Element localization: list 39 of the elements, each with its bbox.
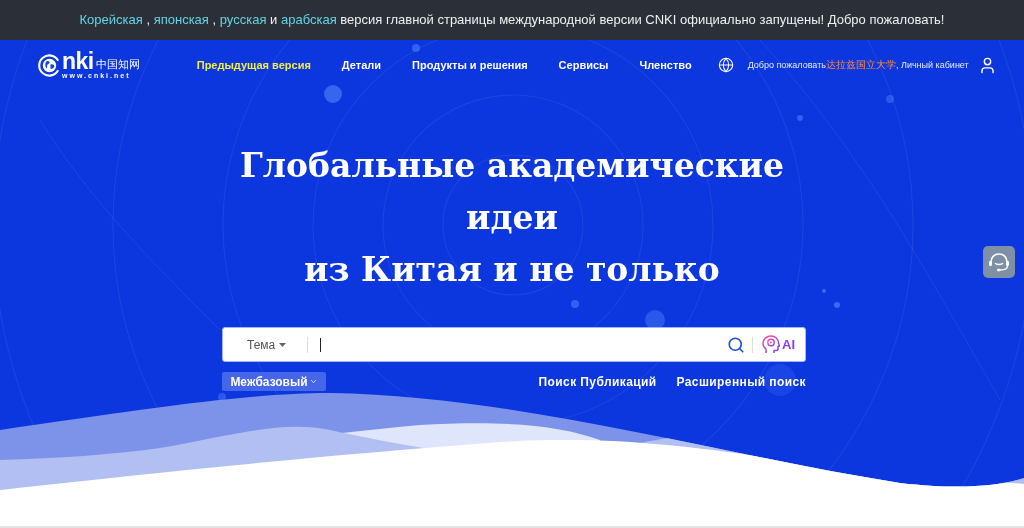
language-globe-icon[interactable] — [717, 57, 734, 73]
nav-link[interactable]: Детали — [341, 56, 382, 74]
nav-link[interactable]: Сервисы — [558, 56, 609, 74]
glow-dot — [571, 300, 579, 308]
welcome-text: Добро пожаловать达拉兹国立大学, Личный кабинет — [747, 58, 969, 73]
language-link[interactable]: японская — [153, 12, 209, 28]
announcement-text: Корейская , японская , русская и арабская версия главной страницы международной версии CNKI официально запущены! Добро пожаловать! — [79, 11, 945, 30]
text-cursor — [320, 337, 322, 352]
glow-dot — [324, 85, 342, 103]
glow-dot — [886, 95, 894, 103]
search-mode-link[interactable]: Поиск Публикаций — [538, 372, 657, 391]
nav-link[interactable]: Членство — [639, 56, 692, 74]
glow-dot — [218, 393, 226, 401]
language-link[interactable]: русская — [219, 12, 267, 28]
language-link[interactable]: Корейская — [79, 12, 143, 28]
hero-title: Глобальные академические идеи из Китая и не только — [239, 145, 785, 291]
search-mode-link[interactable]: Расширенный поиск — [676, 372, 806, 391]
support-button[interactable] — [983, 246, 1015, 278]
glow-dot — [797, 115, 803, 121]
search-icon[interactable] — [727, 335, 745, 354]
nav-link[interactable]: Предыдущая версия — [196, 56, 311, 74]
glow-dot — [645, 310, 665, 330]
field-selector[interactable]: Тема — [247, 335, 287, 354]
language-link[interactable]: арабская — [280, 12, 337, 28]
glow-dot — [822, 289, 826, 293]
account-link[interactable]: Личный кабинет — [901, 60, 969, 71]
logo-globe-icon — [38, 53, 61, 77]
chevron-icon — [308, 377, 318, 386]
database-selector[interactable]: Межбазовый — [222, 372, 326, 391]
glow-dot — [412, 44, 420, 52]
ai-head-icon — [762, 335, 780, 354]
glow-dot — [834, 302, 840, 308]
user-name-link[interactable]: 达拉兹国立大学 — [825, 59, 896, 71]
logo-chinese-text: 中国知网 — [95, 56, 140, 71]
ai-button[interactable]: AI — [762, 334, 795, 355]
headset-icon — [988, 252, 1010, 272]
nav-link[interactable]: Продукты и решения — [412, 56, 528, 74]
caret-icon — [279, 342, 287, 347]
logo-text: nki — [62, 50, 94, 71]
